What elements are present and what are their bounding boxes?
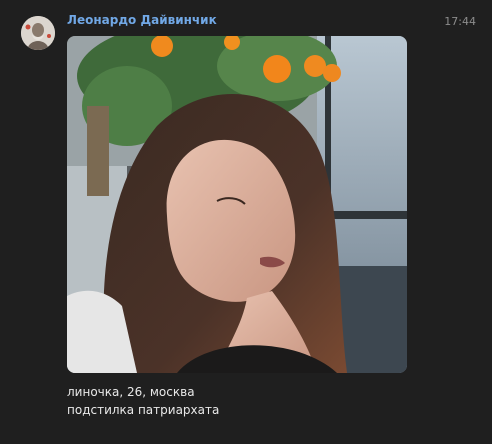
message-time: 17:44 bbox=[444, 15, 476, 28]
caption-line: подстилка патриархата bbox=[67, 403, 220, 417]
message-caption: линочка, 26, москва подстилка патриархат… bbox=[67, 383, 219, 419]
sender-name[interactable]: Леонардо Дайвинчик bbox=[67, 13, 217, 27]
message-photo[interactable] bbox=[67, 36, 407, 373]
photo-image-icon bbox=[67, 36, 407, 373]
avatar-image-icon bbox=[21, 16, 55, 50]
chat-message: Леонардо Дайвинчик 17:44 линочка, 26, мо… bbox=[0, 0, 492, 444]
caption-line: линочка, 26, москва bbox=[67, 385, 195, 399]
sender-avatar[interactable] bbox=[21, 16, 55, 50]
